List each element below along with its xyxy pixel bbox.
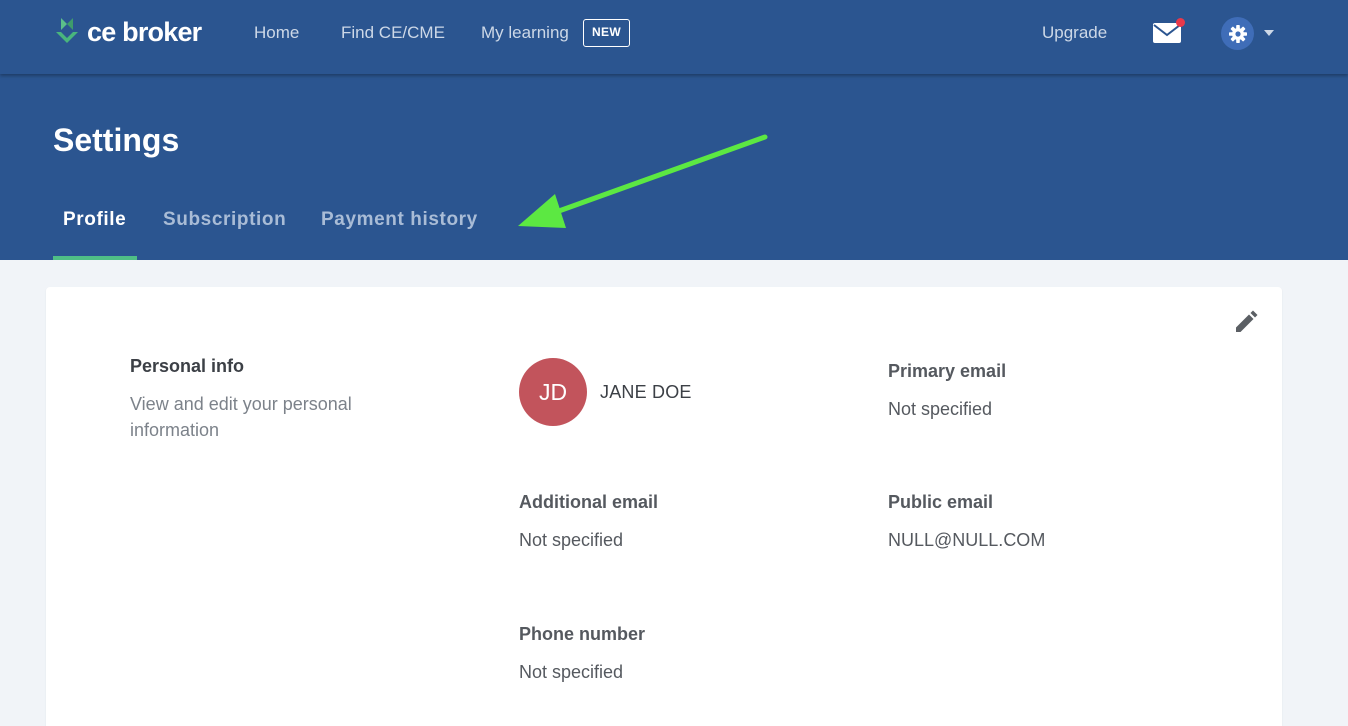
gear-icon bbox=[1228, 24, 1247, 43]
primary-email-label: Primary email bbox=[888, 361, 1007, 381]
section-description: View and edit your personal information bbox=[130, 394, 352, 440]
upgrade-link[interactable]: Upgrade bbox=[1042, 21, 1107, 45]
user-name: JANE DOE bbox=[600, 382, 692, 402]
tab-profile[interactable]: Profile bbox=[63, 208, 126, 232]
tab-payment-history[interactable]: Payment history bbox=[321, 208, 478, 232]
primary-email-value: Not specified bbox=[888, 399, 993, 419]
tab-subscription[interactable]: Subscription bbox=[163, 208, 286, 232]
settings-header: Settings Profile Subscription Payment hi… bbox=[0, 74, 1348, 260]
notification-dot bbox=[1176, 18, 1185, 27]
edit-profile-button[interactable] bbox=[1232, 308, 1260, 336]
public-email-label: Public email bbox=[888, 492, 994, 512]
phone-number-label: Phone number bbox=[519, 624, 646, 644]
logo-text: ce broker bbox=[87, 17, 202, 47]
profile-card bbox=[46, 287, 1282, 726]
avatar: JD bbox=[519, 358, 587, 426]
public-email-value: NULL@NULL.COM bbox=[888, 530, 1046, 550]
new-badge: NEW bbox=[583, 19, 630, 47]
ce-broker-logo[interactable]: ce broker bbox=[52, 14, 202, 50]
logo-mark-icon bbox=[56, 18, 78, 43]
top-navigation-bar: ce broker Home Find CE/CME My learning N… bbox=[0, 0, 1348, 74]
nav-my-learning-link[interactable]: My learning bbox=[481, 21, 569, 45]
annotation-arrow-icon bbox=[518, 134, 768, 228]
additional-email-value: Not specified bbox=[519, 530, 624, 550]
section-title: Personal info bbox=[130, 356, 245, 376]
phone-number-value: Not specified bbox=[519, 662, 624, 682]
additional-email-label: Additional email bbox=[519, 492, 659, 512]
caret-down-icon[interactable] bbox=[1264, 30, 1274, 36]
pencil-icon bbox=[1236, 310, 1258, 332]
nav-home-link[interactable]: Home bbox=[254, 21, 299, 45]
nav-find-ce-cme-link[interactable]: Find CE/CME bbox=[341, 21, 445, 45]
page-title: Settings bbox=[53, 122, 180, 158]
settings-menu-button[interactable] bbox=[1221, 17, 1254, 50]
active-tab-indicator bbox=[53, 256, 137, 260]
